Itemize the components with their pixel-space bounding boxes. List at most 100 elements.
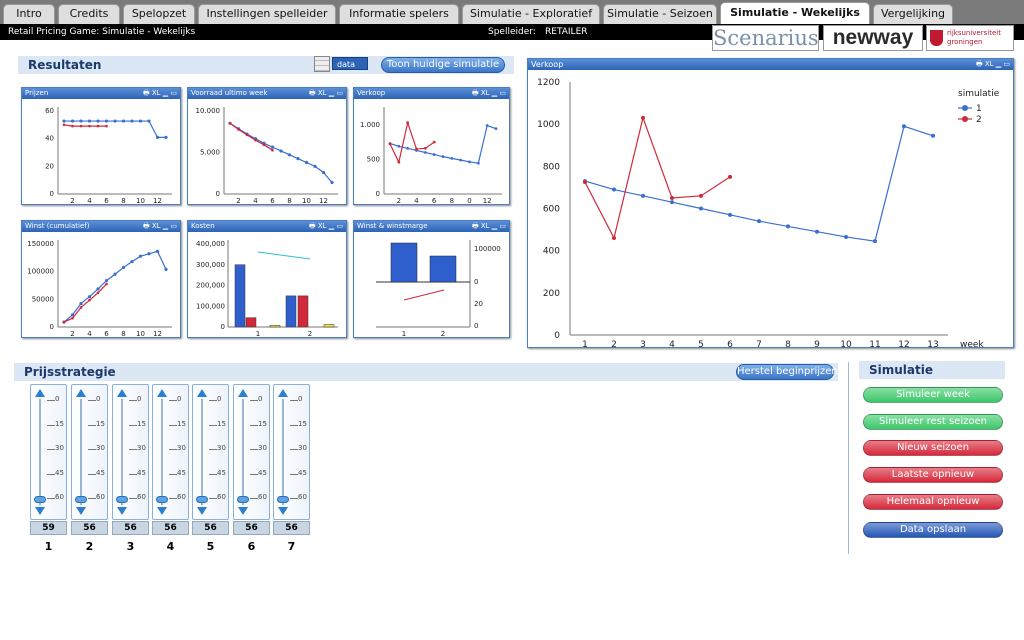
chart-toolbar-icons[interactable]: 🖶 XL ▁ ▭ (472, 88, 506, 99)
chart-toolbar-icons[interactable]: 🖶 XL ▁ ▭ (472, 221, 506, 232)
y-tick-label: 0 (554, 331, 560, 341)
y-tick-label: 20 (474, 300, 483, 308)
tab-instellingen-spelleider[interactable]: Instellingen spelleider (198, 4, 336, 24)
tab-simulatie-seizoen[interactable]: Simulatie - Seizoen (603, 4, 717, 24)
slider-thumb[interactable] (116, 496, 128, 503)
herstel-beginprijzen-button[interactable]: Herstel beginprijzen (736, 364, 838, 380)
slider-value: 56 (192, 521, 229, 535)
slider-thumb[interactable] (237, 496, 249, 503)
chart-toolbar-icons[interactable]: 🖶 XL ▁ ▭ (143, 221, 177, 232)
x-tick-label: 3 (640, 340, 646, 347)
winstmarge-plot: 100000 0 20 0 1 2 (376, 240, 501, 337)
series-2-line (584, 115, 731, 240)
price-slider-week-1[interactable]: 0 15 30 45 60 (30, 384, 67, 520)
x-tick-label: 10 (136, 330, 145, 337)
series-1-point (786, 224, 790, 229)
series-1-point (138, 119, 143, 123)
week-number: 4 (166, 540, 175, 553)
x-tick-label: 1 (402, 330, 406, 337)
tab-spelopzet[interactable]: Spelopzet (123, 4, 195, 24)
tab-credits[interactable]: Credits (58, 4, 120, 24)
toon-huidige-simulatie-button[interactable]: Toon huidige simulatie (381, 57, 505, 73)
slider-thumb[interactable] (34, 496, 46, 503)
chart-toolbar-icons[interactable]: 🖶 XL ▁ ▭ (309, 221, 343, 232)
arrow-down-icon[interactable] (157, 507, 167, 515)
laatste-opnieuw-button[interactable]: Laatste opnieuw (863, 467, 1003, 483)
winst-bar (390, 242, 418, 283)
x-tick-label: 1 (582, 340, 588, 347)
x-tick-label: 2 (611, 340, 617, 347)
slider-tick (88, 498, 96, 499)
slider-thumb[interactable] (156, 496, 168, 503)
arrow-down-icon[interactable] (76, 507, 86, 515)
slider-tick-label: 30 (258, 444, 267, 452)
slider-value: 56 (71, 521, 108, 535)
simuleer-rest-seizoen-button[interactable]: Simuleer rest seizoen (863, 414, 1003, 430)
arrow-up-icon[interactable] (35, 389, 45, 397)
series-1-point (612, 187, 616, 192)
helemaal-opnieuw-button[interactable]: Helemaal opnieuw (863, 494, 1003, 510)
price-slider-week-6[interactable]: 0 15 30 45 60 (233, 384, 270, 520)
arrow-down-icon[interactable] (278, 507, 288, 515)
slider-thumb[interactable] (196, 496, 208, 503)
series-1-point (104, 279, 109, 283)
series-1-point (873, 239, 877, 244)
x-tick-label: 2 (70, 197, 74, 204)
x-tick-label: 10 (840, 340, 852, 347)
chart-title: Verkoop (357, 89, 386, 97)
x-tick-label: 10 (136, 197, 145, 204)
series-2-point (415, 147, 418, 151)
series-2-point (62, 320, 66, 324)
series-2-point (105, 124, 108, 128)
data-opslaan-button[interactable]: Data opslaan (863, 522, 1003, 538)
slider-tick (47, 498, 55, 499)
y-tick-label: 0 (50, 323, 54, 331)
y-tick-label: 100000 (474, 245, 501, 253)
nieuw-seizoen-button[interactable]: Nieuw seizoen (863, 440, 1003, 456)
arrow-up-icon[interactable] (76, 389, 86, 397)
series-2-point (406, 121, 410, 125)
data-button[interactable]: data (332, 57, 368, 70)
arrow-down-icon[interactable] (238, 507, 248, 515)
arrow-up-icon[interactable] (117, 389, 127, 397)
series-1-point (485, 124, 489, 127)
price-slider-week-5[interactable]: 0 15 30 45 60 (192, 384, 229, 520)
arrow-up-icon[interactable] (238, 389, 248, 397)
slider-tick-label: 45 (298, 468, 307, 477)
x-tick-label: 2 (397, 197, 401, 204)
series-2-point (88, 298, 91, 302)
week-number: 6 (247, 540, 256, 553)
slider-value: 56 (112, 521, 149, 535)
series-1-point (138, 254, 143, 258)
slider-thumb[interactable] (277, 496, 289, 503)
chart-toolbar-icons[interactable]: 🖶 XL ▁ ▭ (309, 88, 343, 99)
chart-toolbar-icons[interactable]: 🖶 XL ▁ ▭ (143, 88, 177, 99)
arrow-up-icon[interactable] (278, 389, 288, 397)
tab-intro[interactable]: Intro (3, 4, 55, 24)
arrow-down-icon[interactable] (117, 507, 127, 515)
arrow-up-icon[interactable] (197, 389, 207, 397)
chart-toolbar-icons[interactable]: 🖶 XL ▁ ▭ (976, 59, 1010, 70)
y-tick-label: 200,000 (196, 282, 225, 290)
grid-icon[interactable] (314, 56, 330, 72)
slider-tick-label: 15 (258, 419, 267, 428)
arrow-down-icon[interactable] (35, 507, 45, 515)
legend-title: simulatie (958, 89, 1000, 99)
series-1-point (459, 158, 463, 162)
series-1-point (113, 272, 117, 276)
price-slider-week-7[interactable]: 0 15 30 45 60 (273, 384, 310, 520)
slider-tick-label: 30 (96, 444, 105, 452)
tab-vergelijking[interactable]: Vergelijking (873, 4, 953, 24)
slider-thumb[interactable] (75, 496, 87, 503)
price-slider-week-2[interactable]: 0 15 30 45 60 (71, 384, 108, 520)
price-slider-week-4[interactable]: 0 15 30 45 60 (152, 384, 189, 520)
week-number: 2 (85, 540, 94, 553)
arrow-up-icon[interactable] (157, 389, 167, 397)
rug-crest-icon (930, 30, 943, 46)
tab-informatie-spelers[interactable]: Informatie spelers (339, 4, 459, 24)
simuleer-week-button[interactable]: Simuleer week (863, 387, 1003, 403)
arrow-down-icon[interactable] (197, 507, 207, 515)
price-slider-week-3[interactable]: 0 15 30 45 60 (112, 384, 149, 520)
tab-simulatie-wekelijks[interactable]: Simulatie - Wekelijks (720, 2, 870, 24)
tab-simulatie-exploratief[interactable]: Simulatie - Exploratief (462, 4, 600, 24)
